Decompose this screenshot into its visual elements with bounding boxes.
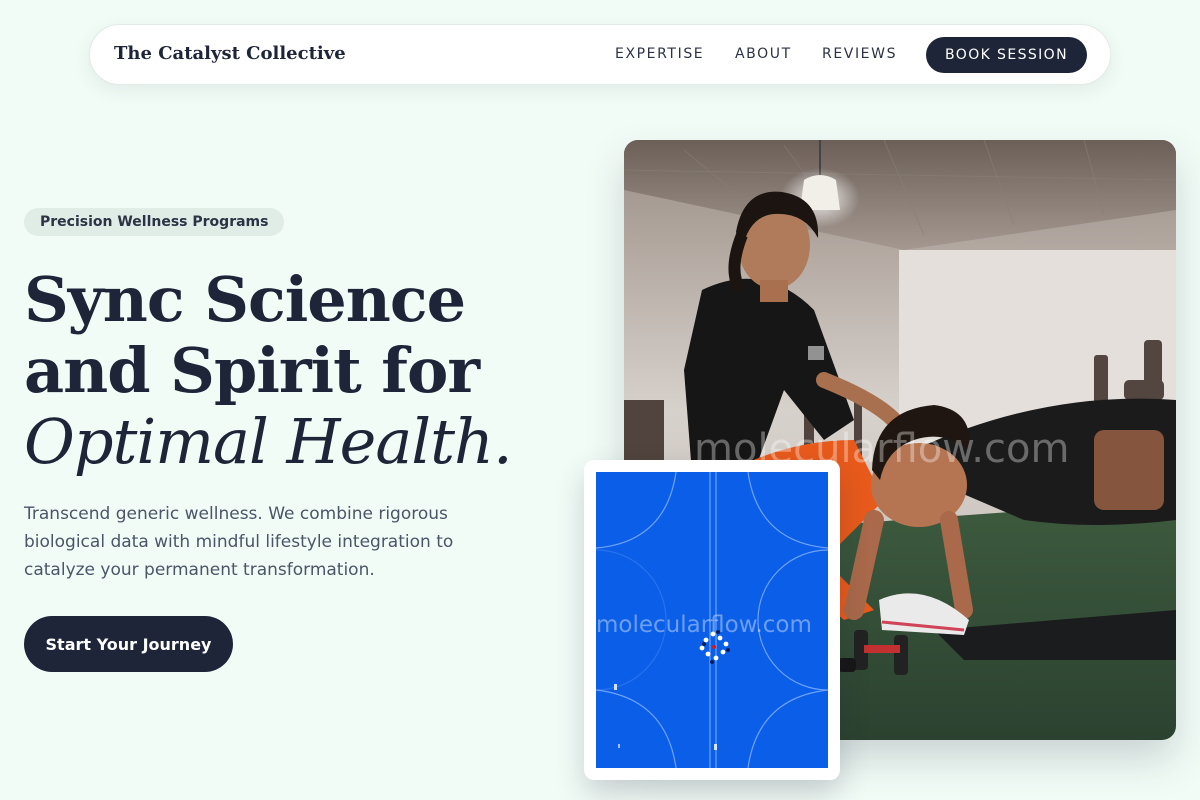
hero-description: Transcend generic wellness. We combine r…	[24, 504, 454, 580]
start-journey-button[interactable]: Start Your Journey	[24, 616, 233, 672]
court-photo-card: molecularflow.com	[584, 460, 840, 780]
nav-link-reviews[interactable]: REVIEWS	[822, 46, 897, 62]
nav-link-about[interactable]: ABOUT	[735, 46, 792, 62]
headline-line-3: Optimal Health.	[24, 405, 513, 478]
inset-watermark: molecularflow.com	[596, 612, 812, 638]
court-aerial-image: molecularflow.com	[596, 472, 828, 768]
nav-link-expertise[interactable]: EXPERTISE	[615, 46, 704, 62]
headline-line-1: Sync Science	[24, 263, 466, 336]
eyebrow-badge: Precision Wellness Programs	[24, 208, 285, 236]
landing-page: The Catalyst Collective EXPERTISE ABOUT …	[0, 0, 1200, 800]
hero-headline: Sync Science and Spirit for Optimal Heal…	[24, 263, 513, 478]
top-nav: The Catalyst Collective EXPERTISE ABOUT …	[89, 24, 1111, 85]
brand-logo[interactable]: The Catalyst Collective	[114, 43, 346, 64]
book-session-button[interactable]: BOOK SESSION	[926, 37, 1087, 73]
headline-line-2: and Spirit for	[24, 334, 480, 407]
